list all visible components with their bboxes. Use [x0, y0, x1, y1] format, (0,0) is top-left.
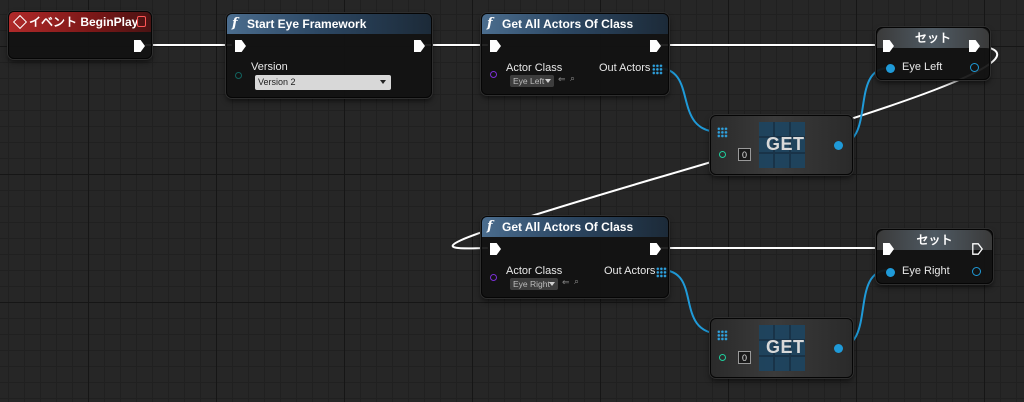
eye-right-label: Eye Right — [902, 265, 950, 277]
get-output-pin[interactable] — [834, 141, 843, 150]
array-pin-icon[interactable] — [656, 267, 667, 278]
version-enum-pin[interactable] — [235, 72, 242, 79]
eye-right-output-pin[interactable] — [972, 267, 981, 276]
exec-in-pin[interactable] — [235, 40, 246, 52]
eye-right-input-pin[interactable] — [886, 268, 895, 277]
index-input[interactable]: 0 — [738, 148, 751, 161]
start-eye-framework-node[interactable]: f Start Eye Framework Version Version 2 — [226, 13, 432, 98]
event-node-header[interactable]: イベント BeginPlay — [9, 12, 151, 32]
eye-left-label: Eye Left — [902, 61, 943, 73]
browse-search-icon[interactable]: ⌕ — [570, 73, 575, 84]
get-output-pin[interactable] — [834, 344, 843, 353]
version-dropdown[interactable]: Version 2 — [255, 75, 391, 90]
actor-class-pin[interactable] — [490, 71, 497, 78]
actor-class-label: Actor Class — [506, 62, 563, 74]
array-input-pin[interactable] — [717, 330, 728, 341]
get-actors-left-header[interactable]: f Get All Actors Of Class — [482, 14, 668, 34]
exec-in-pin[interactable] — [490, 243, 501, 255]
actor-class-dropdown[interactable]: Eye Left — [510, 75, 554, 87]
chevron-down-icon — [545, 79, 551, 83]
chevron-down-icon — [380, 80, 386, 84]
get-actors-left-title: Get All Actors Of Class — [502, 17, 634, 31]
get-label: GET — [766, 337, 805, 357]
event-icon — [12, 14, 28, 30]
exec-out-pin[interactable] — [650, 40, 661, 52]
start-eye-header[interactable]: f Start Eye Framework — [227, 14, 431, 34]
event-beginplay-node[interactable]: イベント BeginPlay — [8, 11, 152, 59]
use-selected-arrow-icon[interactable]: ⇐ — [562, 277, 570, 288]
start-eye-title: Start Eye Framework — [247, 17, 367, 31]
function-icon: f — [487, 16, 493, 31]
actor-class-value: Eye Right — [513, 279, 550, 289]
use-selected-arrow-icon[interactable]: ⇐ — [558, 74, 566, 85]
exec-in-pin[interactable] — [490, 40, 501, 52]
exec-out-pin[interactable] — [650, 243, 661, 255]
get-all-actors-left-node[interactable]: f Get All Actors Of Class Actor Class Ey… — [481, 13, 669, 95]
index-input[interactable]: 0 — [738, 351, 751, 364]
function-icon: f — [232, 16, 238, 31]
set-right-title: セット — [916, 233, 953, 247]
array-get-left-node[interactable]: GET 0 — [710, 115, 853, 175]
actor-class-value: Eye Left — [513, 76, 545, 86]
browse-search-icon[interactable]: ⌕ — [574, 276, 579, 287]
index-int-pin[interactable] — [719, 151, 726, 158]
event-title: イベント BeginPlay — [29, 15, 139, 29]
index-int-pin[interactable] — [719, 354, 726, 361]
set-eye-right-node[interactable]: セット Eye Right — [876, 229, 993, 284]
delegate-pin-icon[interactable] — [137, 16, 146, 27]
eye-left-input-pin[interactable] — [886, 64, 895, 73]
out-actors-label: Out Actors — [599, 62, 651, 74]
version-value: Version 2 — [258, 77, 296, 87]
out-actors-label: Out Actors — [604, 265, 656, 277]
get-actors-right-title: Get All Actors Of Class — [502, 220, 634, 234]
exec-out-pin[interactable] — [414, 40, 425, 52]
actor-class-pin[interactable] — [490, 274, 497, 281]
version-label: Version — [251, 61, 288, 73]
array-input-pin[interactable] — [717, 127, 728, 138]
chevron-down-icon — [549, 282, 555, 286]
set-left-title: セット — [914, 31, 951, 45]
function-icon: f — [487, 219, 493, 234]
eye-left-output-pin[interactable] — [970, 63, 979, 72]
actor-class-dropdown[interactable]: Eye Right — [510, 278, 558, 290]
get-all-actors-right-node[interactable]: f Get All Actors Of Class Actor Class Ey… — [481, 216, 669, 298]
array-get-right-node[interactable]: GET 0 — [710, 318, 853, 378]
get-label: GET — [766, 134, 805, 154]
exec-out-pin[interactable] — [134, 40, 145, 52]
exec-out-pin-unconnected[interactable] — [972, 243, 983, 255]
actor-class-label: Actor Class — [506, 265, 563, 277]
set-eye-left-node[interactable]: セット Eye Left — [876, 27, 990, 80]
array-pin-icon[interactable] — [652, 64, 663, 75]
get-actors-right-header[interactable]: f Get All Actors Of Class — [482, 217, 668, 237]
